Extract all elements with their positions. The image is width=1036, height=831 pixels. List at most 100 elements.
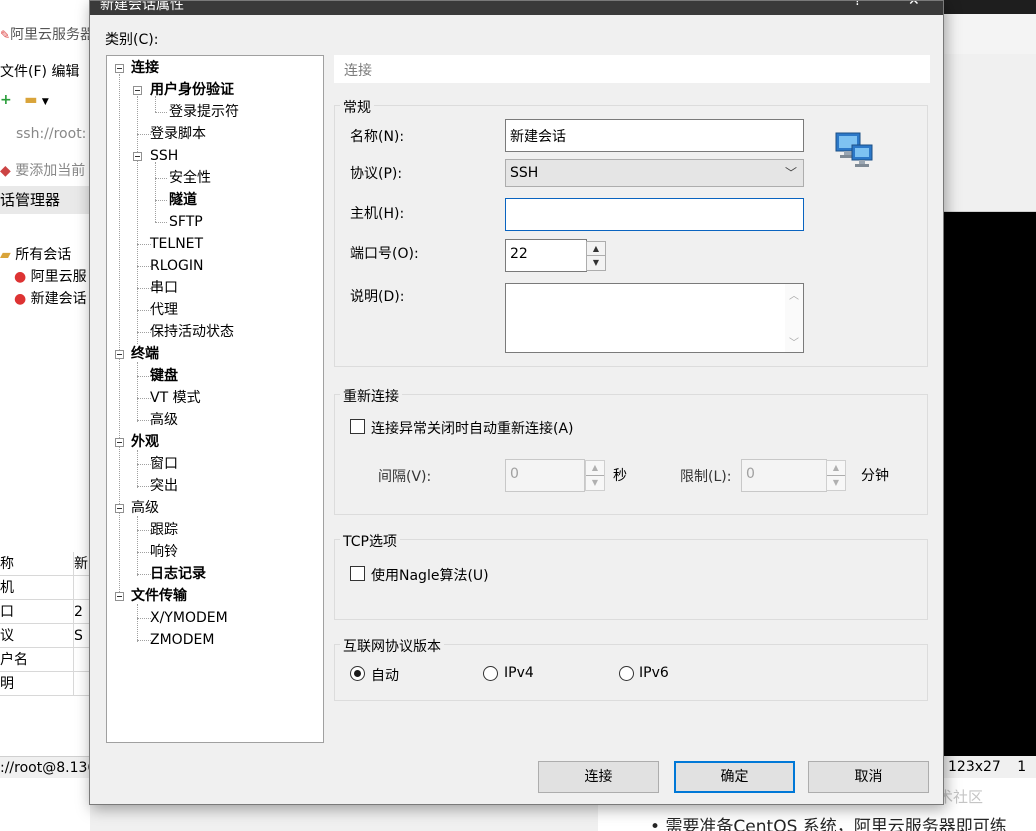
bg-status-left: ://root@8.136 xyxy=(0,756,90,778)
ip-auto-radio[interactable] xyxy=(350,666,365,681)
host-label: 主机(H): xyxy=(350,206,405,222)
dropdown-icon[interactable]: ▼ xyxy=(42,97,49,107)
dialog-titlebar[interactable]: 新建会话属性 ? ✕ xyxy=(90,1,943,15)
ipv4-label[interactable]: IPv4 xyxy=(504,665,534,681)
collapse-toggle-icon[interactable] xyxy=(133,152,142,161)
tree-item-keyboard[interactable]: 键盘 xyxy=(150,367,178,385)
folder-icon[interactable]: ▬ xyxy=(24,92,37,108)
tree-item-file-transfer[interactable]: 文件传输 xyxy=(131,587,187,605)
spin-down-icon[interactable]: ▼ xyxy=(827,475,845,490)
nagle-checkbox[interactable] xyxy=(350,566,365,581)
limit-unit: 分钟 xyxy=(861,468,889,484)
bg-add-session[interactable]: ◆ 要添加当前 xyxy=(0,160,90,180)
tree-item-vt-mode[interactable]: VT 模式 xyxy=(150,389,201,407)
description-textarea[interactable]: ︿ ﹀ xyxy=(505,283,804,353)
general-group-title: 常规 xyxy=(340,97,374,117)
category-tree[interactable]: 连接 用户身份验证 登录提示符 登录脚本 SSH 安全性 隧道 SFTP TEL… xyxy=(106,55,324,743)
tree-item-tunnel[interactable]: 隧道 xyxy=(169,191,197,209)
tree-item-highlight[interactable]: 突出 xyxy=(150,477,178,495)
panel-header: 连接 xyxy=(334,55,930,83)
app-logo-icon: ✎ xyxy=(0,28,11,42)
tree-item-logging[interactable]: 日志记录 xyxy=(150,565,206,583)
nagle-label[interactable]: 使用Nagle算法(U) xyxy=(371,565,489,585)
tree-item-connection[interactable]: 连接 xyxy=(131,59,159,77)
bg-right-toolbar xyxy=(944,54,1036,212)
port-spinner[interactable]: ▲ ▼ xyxy=(586,241,606,271)
port-label: 端口号(O): xyxy=(350,246,419,262)
bg-menubar: 文件(F) 编辑 xyxy=(0,61,90,81)
tree-item-proxy[interactable]: 代理 xyxy=(150,301,178,319)
tree-item-terminal[interactable]: 终端 xyxy=(131,345,159,363)
close-button[interactable]: ✕ xyxy=(908,1,920,9)
auto-reconnect-label[interactable]: 连接异常关闭时自动重新连接(A) xyxy=(371,418,574,438)
tree-item-security[interactable]: 安全性 xyxy=(169,169,211,187)
tree-item-trace[interactable]: 跟踪 xyxy=(150,521,178,539)
interval-spinner[interactable]: ▲ ▼ xyxy=(585,460,605,491)
collapse-toggle-icon[interactable] xyxy=(133,86,142,95)
collapse-toggle-icon[interactable] xyxy=(115,350,124,359)
tree-item-window[interactable]: 窗口 xyxy=(150,455,178,473)
tree-item-advanced[interactable]: 高级 xyxy=(131,499,159,517)
collapse-toggle-icon[interactable] xyxy=(115,64,124,73)
tree-item-advanced-terminal[interactable]: 高级 xyxy=(150,411,178,429)
ipv6-radio[interactable] xyxy=(619,666,634,681)
spin-down-icon[interactable]: ▼ xyxy=(586,475,604,490)
ok-button[interactable]: 确定 xyxy=(674,761,795,793)
spin-down-icon[interactable]: ▼ xyxy=(587,256,605,270)
bg-session-manager: 话管理器 xyxy=(0,186,90,214)
tree-item-xymodem[interactable]: X/YMODEM xyxy=(150,609,228,627)
cancel-button[interactable]: 取消 xyxy=(808,761,929,793)
ipv4-radio[interactable] xyxy=(483,666,498,681)
scroll-up-icon[interactable]: ︿ xyxy=(789,287,799,302)
tcp-options-group-title: TCP选项 xyxy=(340,531,400,551)
description-scrollbar[interactable]: ︿ ﹀ xyxy=(785,284,803,352)
tree-item-serial[interactable]: 串口 xyxy=(150,279,178,297)
tree-item-appearance[interactable]: 外观 xyxy=(131,433,159,451)
tree-item-rlogin[interactable]: RLOGIN xyxy=(150,257,204,275)
bullet-text: • 需要准备CentOS 系统，阿里云服务器即可练 xyxy=(650,817,1007,831)
spin-up-icon[interactable]: ▲ xyxy=(586,461,604,476)
tree-item-login-script[interactable]: 登录脚本 xyxy=(150,125,206,143)
panel-header-title: 连接 xyxy=(344,63,372,79)
limit-input[interactable]: 0 xyxy=(741,459,827,492)
port-input[interactable]: 22 xyxy=(505,239,587,272)
collapse-toggle-icon[interactable] xyxy=(115,592,124,601)
tree-item-zmodem[interactable]: ZMODEM xyxy=(150,631,214,649)
bg-right-header xyxy=(944,14,1036,54)
bg-terminal[interactable] xyxy=(944,212,1036,756)
tree-item-sftp[interactable]: SFTP xyxy=(169,213,203,231)
new-icon[interactable]: + xyxy=(0,92,12,108)
bg-properties-grid: 称 新 机 口 2 议 S 户名 明 xyxy=(0,550,90,750)
folder-icon: ▰ xyxy=(0,247,11,263)
reconnect-group xyxy=(334,394,928,515)
host-input[interactable] xyxy=(505,198,804,231)
tree-item-keepalive[interactable]: 保持活动状态 xyxy=(150,323,234,341)
collapse-toggle-icon[interactable] xyxy=(115,504,124,513)
name-input[interactable]: 新建会话 xyxy=(505,119,804,152)
bg-menu-edit[interactable]: 编辑 xyxy=(51,64,79,80)
interval-unit: 秒 xyxy=(613,468,627,484)
bg-menu-file[interactable]: 文件(F) xyxy=(0,64,47,80)
tree-item-bell[interactable]: 响铃 xyxy=(150,543,178,561)
session-properties-dialog: 新建会话属性 ? ✕ 类别(C): 连接 用户身份验证 登录提示符 登录脚本 S… xyxy=(89,0,944,805)
connect-button[interactable]: 连接 xyxy=(538,761,659,793)
collapse-toggle-icon[interactable] xyxy=(115,438,124,447)
spin-up-icon[interactable]: ▲ xyxy=(827,461,845,476)
scroll-down-icon[interactable]: ﹀ xyxy=(789,334,799,349)
ipv6-label[interactable]: IPv6 xyxy=(639,665,669,681)
interval-input[interactable]: 0 xyxy=(505,459,585,492)
help-button[interactable]: ? xyxy=(854,1,861,9)
protocol-select[interactable]: SSH ﹀ xyxy=(505,159,804,187)
bookmark-icon: ◆ xyxy=(0,163,11,179)
limit-spinner[interactable]: ▲ ▼ xyxy=(826,460,846,491)
tree-item-login-prompt[interactable]: 登录提示符 xyxy=(169,103,239,121)
auto-reconnect-checkbox[interactable] xyxy=(350,419,365,434)
tree-item-telnet[interactable]: TELNET xyxy=(150,235,203,253)
ip-version-group-title: 互联网协议版本 xyxy=(340,636,444,656)
tree-item-user-auth[interactable]: 用户身份验证 xyxy=(150,81,234,99)
dialog-title: 新建会话属性 xyxy=(100,1,184,13)
bg-all-sessions[interactable]: ▰ 所有会话 xyxy=(0,244,90,264)
tree-item-ssh[interactable]: SSH xyxy=(150,147,178,165)
ip-auto-label[interactable]: 自动 xyxy=(371,665,399,685)
spin-up-icon[interactable]: ▲ xyxy=(587,242,605,256)
